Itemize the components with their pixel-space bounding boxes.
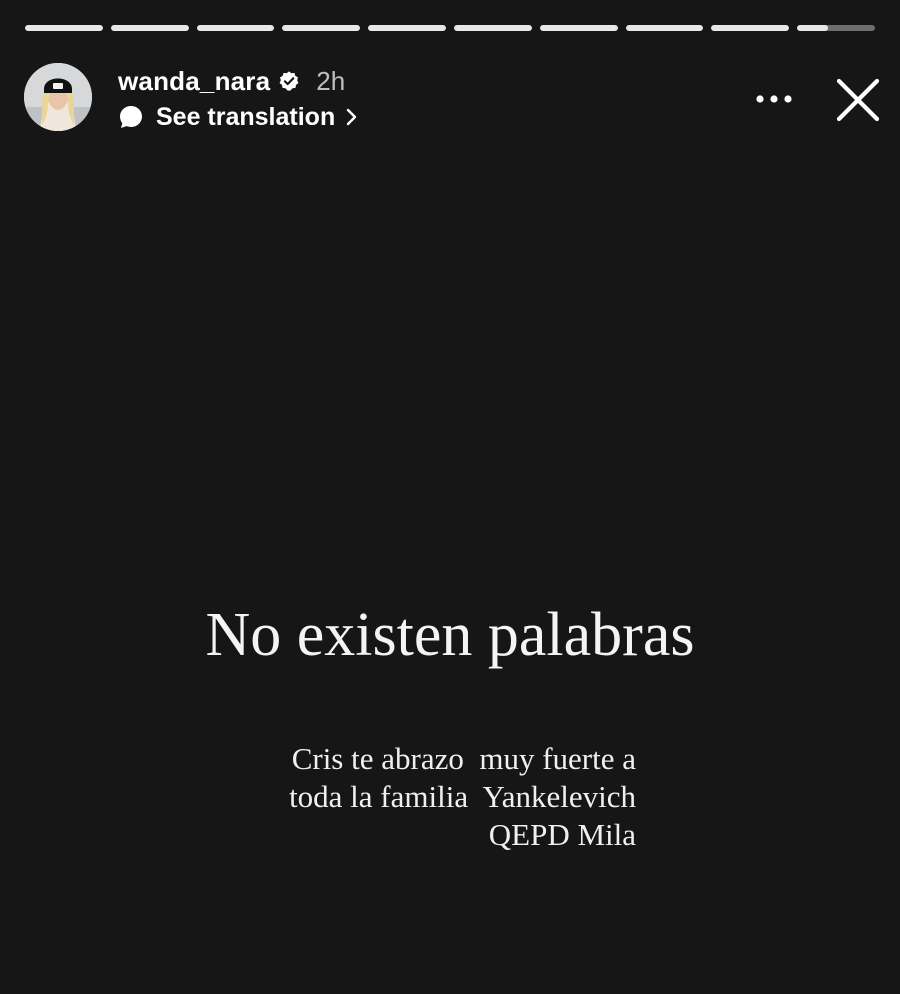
- story-progress-bar: [25, 25, 875, 31]
- chevron-right-icon: [345, 106, 359, 128]
- close-icon: [836, 78, 880, 122]
- progress-segment: [282, 25, 361, 31]
- progress-segment: [25, 25, 103, 31]
- progress-segment-fill: [25, 25, 103, 31]
- progress-segment-fill: [282, 25, 361, 31]
- story-viewer: wanda_nara 2h See translation No existen…: [0, 0, 900, 994]
- avatar[interactable]: [24, 63, 92, 131]
- see-translation-button[interactable]: See translation: [118, 100, 359, 134]
- verified-badge-icon: [278, 70, 300, 92]
- story-message-line: QEPD Mila: [488, 817, 636, 852]
- progress-segment: [711, 25, 790, 31]
- speech-bubble-icon: [118, 104, 144, 130]
- story-message-line: toda la familia Yankelevich: [289, 779, 636, 814]
- progress-segment-fill: [797, 25, 829, 31]
- post-time: 2h: [316, 65, 346, 96]
- progress-segment-fill: [368, 25, 446, 31]
- progress-segment: [453, 25, 532, 31]
- story-message: Cris te abrazo muy fuerte a toda la fami…: [250, 740, 636, 854]
- progress-segment: [625, 25, 704, 31]
- progress-segment: [196, 25, 275, 31]
- progress-segment: [368, 25, 446, 31]
- story-message-line: Cris te abrazo muy fuerte a: [291, 741, 636, 776]
- see-translation-label: See translation: [156, 102, 336, 131]
- progress-segment: [110, 25, 189, 31]
- progress-segment-fill: [453, 25, 532, 31]
- username[interactable]: wanda_nara: [118, 66, 270, 97]
- progress-segment-fill: [539, 25, 618, 31]
- story-headline: No existen palabras: [205, 601, 695, 669]
- progress-segment-fill: [110, 25, 189, 31]
- more-options-button[interactable]: [752, 84, 796, 114]
- avatar-image: [24, 63, 92, 131]
- close-button[interactable]: [832, 74, 884, 126]
- more-options-icon: [756, 95, 792, 103]
- progress-segment-fill: [711, 25, 790, 31]
- progress-segment-fill: [625, 25, 704, 31]
- progress-segment: [539, 25, 618, 31]
- story-header-user: wanda_nara 2h: [118, 64, 345, 98]
- progress-segment-fill: [196, 25, 275, 31]
- progress-segment: [797, 25, 875, 31]
